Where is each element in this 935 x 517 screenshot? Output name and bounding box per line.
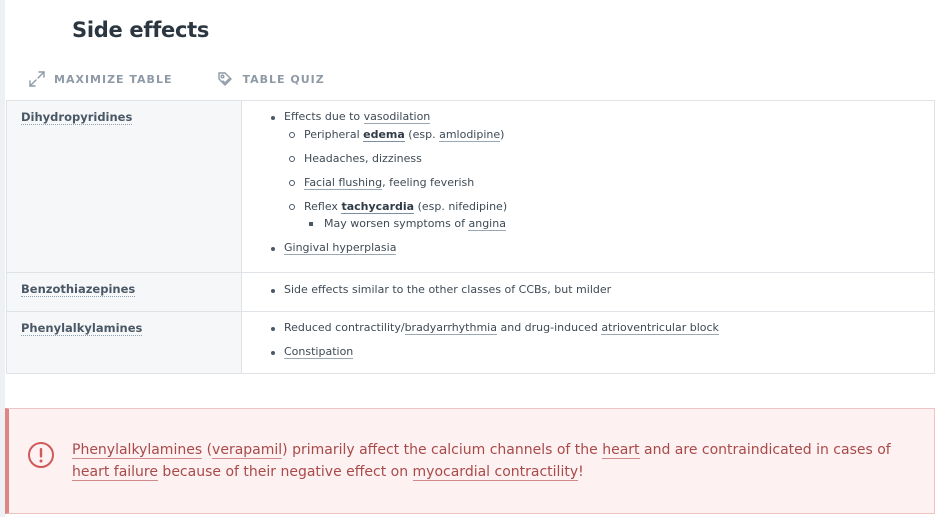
item-text: Effects due to [284, 110, 364, 123]
side-effects-table: Dihydropyridines Effects due to vasodila… [6, 100, 935, 374]
list-item: Reflex tachycardia (esp. nifedipine) May… [284, 200, 924, 231]
list-item: Facial flushing, feeling feverish [284, 176, 924, 190]
warning-text-part: and are contraindicated in cases of [639, 442, 891, 458]
table-row: Dihydropyridines Effects due to vasodila… [6, 100, 935, 273]
table-toolbar: MAXIMIZE TABLE TABLE QUIZ [28, 70, 325, 88]
item-text: May worsen symptoms of [324, 217, 469, 230]
item-text: Headaches, dizziness [304, 152, 422, 165]
link-tachycardia[interactable]: tachycardia [341, 200, 415, 214]
item-text: (esp. nifedipine) [414, 200, 508, 213]
warning-text-part: ) primarily affect the calcium channels … [282, 442, 603, 458]
link-amlodipine[interactable]: amlodipine [439, 128, 501, 142]
maximize-table-button[interactable]: MAXIMIZE TABLE [28, 70, 172, 88]
warning-text-part: ( [202, 442, 213, 458]
item-text: (esp. [404, 128, 440, 141]
quiz-tag-icon [218, 72, 233, 86]
maximize-table-label: MAXIMIZE TABLE [54, 72, 173, 86]
table-quiz-button[interactable]: TABLE QUIZ [216, 70, 324, 88]
link-myocardial-contractility[interactable]: myocardial contractility [412, 464, 579, 481]
class-link-phenylalkylamines[interactable]: Phenylalkylamines [21, 321, 143, 336]
link-angina[interactable]: angina [468, 217, 506, 231]
list-item: Gingival hyperplasia [270, 241, 924, 255]
class-cell: Phenylalkylamines [6, 311, 242, 374]
link-heart[interactable]: heart [602, 442, 640, 459]
warning-text-part: ! [578, 464, 584, 480]
class-cell: Benzothiazepines [6, 272, 242, 312]
list-item: Reduced contractility/bradyarrhythmia an… [270, 321, 924, 335]
maximize-arrows-icon [29, 71, 45, 87]
link-phenylalkylamines[interactable]: Phenylalkylamines [72, 442, 203, 459]
item-text: Reduced contractility/ [284, 321, 405, 334]
list-item: Side effects similar to the other classe… [270, 283, 924, 297]
link-bradyarrhythmia[interactable]: bradyarrhythmia [404, 321, 497, 335]
link-constipation[interactable]: Constipation [284, 345, 354, 359]
section-title: Side effects [72, 18, 210, 42]
warning-text: Phenylalkylamines (verapamil) primarily … [72, 439, 917, 483]
list-item: May worsen symptoms of angina [304, 217, 924, 231]
class-cell: Dihydropyridines [6, 100, 242, 273]
item-text: and drug-induced [496, 321, 602, 334]
effects-cell: Reduced contractility/bradyarrhythmia an… [241, 311, 935, 374]
table-quiz-label: TABLE QUIZ [242, 72, 325, 86]
link-edema[interactable]: edema [363, 128, 405, 142]
effects-cell: Side effects similar to the other classe… [241, 272, 935, 312]
link-vasodilation[interactable]: vasodilation [363, 110, 431, 124]
link-heart-failure[interactable]: heart failure [72, 464, 158, 481]
table-row: Phenylalkylamines Reduced contractility/… [6, 311, 935, 374]
warning-callout: Phenylalkylamines (verapamil) primarily … [5, 408, 935, 514]
list-item: Effects due to vasodilation Peripheral e… [270, 110, 924, 231]
list-item: Headaches, dizziness [284, 152, 924, 166]
class-link-benzothiazepines[interactable]: Benzothiazepines [21, 282, 136, 297]
list-item: Constipation [270, 345, 924, 359]
item-text: Reflex [304, 200, 342, 213]
item-text: , feeling feverish [382, 176, 475, 189]
table-row: Benzothiazepines Side effects similar to… [6, 272, 935, 312]
item-text: Peripheral [304, 128, 364, 141]
item-text: ) [500, 128, 505, 141]
link-atrioventricular-block[interactable]: atrioventricular block [601, 321, 719, 335]
class-link-dihydropyridines[interactable]: Dihydropyridines [21, 110, 133, 125]
link-verapamil[interactable]: verapamil [212, 442, 283, 459]
item-text: Side effects similar to the other classe… [284, 283, 612, 296]
link-facial-flushing[interactable]: Facial flushing [304, 176, 383, 190]
list-item: Peripheral edema (esp. amlodipine) [284, 128, 924, 142]
effects-cell: Effects due to vasodilation Peripheral e… [241, 100, 935, 273]
link-gingival-hyperplasia[interactable]: Gingival hyperplasia [284, 241, 397, 255]
warning-text-part: because of their negative effect on [157, 464, 413, 480]
exclamation-circle-icon [28, 442, 54, 468]
